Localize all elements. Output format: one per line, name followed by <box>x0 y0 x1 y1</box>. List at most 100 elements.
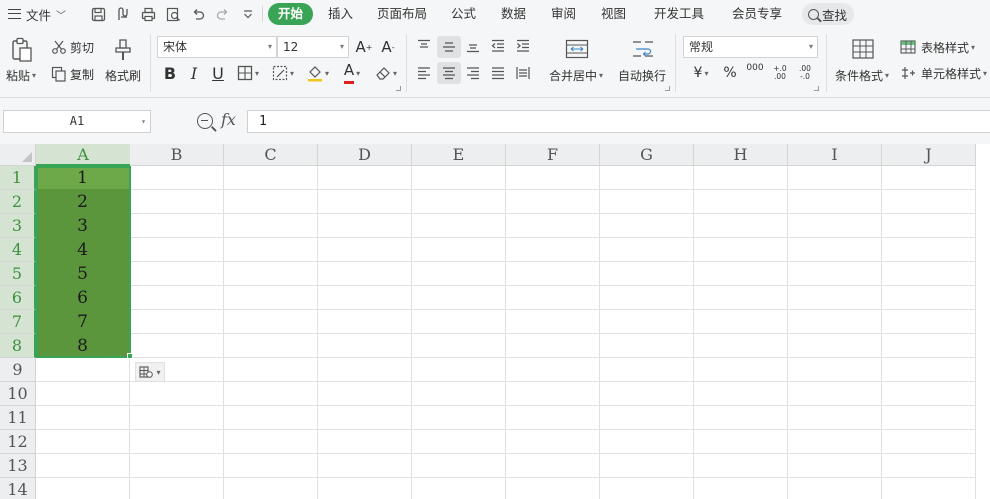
cell-h2[interactable] <box>694 190 788 214</box>
cell-e1[interactable] <box>412 166 506 190</box>
conditional-format-icon[interactable] <box>848 36 878 62</box>
cell-b4[interactable] <box>130 238 224 262</box>
cell-i9[interactable] <box>788 358 882 382</box>
cut-button[interactable]: 剪切 <box>51 38 94 56</box>
font-color-button[interactable]: A ▾ <box>337 62 367 84</box>
justify-icon[interactable] <box>488 63 508 83</box>
save-icon[interactable] <box>89 5 107 23</box>
cell-j1[interactable] <box>882 166 976 190</box>
font-dialog-launcher[interactable] <box>396 86 401 91</box>
cell-a5[interactable]: 5 <box>36 262 130 286</box>
select-all-corner[interactable] <box>0 144 36 166</box>
increase-decimal-button[interactable]: +.0 .00 <box>770 62 790 84</box>
bold-button[interactable]: B <box>160 63 180 83</box>
cell-a1[interactable]: 1 <box>36 166 130 190</box>
cell-g4[interactable] <box>600 238 694 262</box>
cell-d1[interactable] <box>318 166 412 190</box>
insert-function-icon[interactable]: fx <box>221 110 236 129</box>
print-icon[interactable] <box>139 5 157 23</box>
cell-e6[interactable] <box>412 286 506 310</box>
tab-developer[interactable]: 开发工具 <box>644 3 714 25</box>
paste-options-button[interactable]: ▾ <box>135 362 165 382</box>
align-center-icon[interactable] <box>437 62 461 84</box>
cell-j14[interactable] <box>882 478 976 499</box>
cell-a10[interactable] <box>36 382 130 406</box>
cell-i10[interactable] <box>788 382 882 406</box>
cell-b12[interactable] <box>130 430 224 454</box>
cell-e3[interactable] <box>412 214 506 238</box>
table-style-button[interactable]: 表格样式 ▾ <box>900 38 975 56</box>
tab-membership[interactable]: 会员专享 <box>722 3 792 25</box>
format-painter-icon[interactable] <box>111 36 135 64</box>
cell-d8[interactable] <box>318 334 412 358</box>
spreadsheet-grid[interactable]: A B C D E F G H I J 1 1 2 2 3 3 4 4 5 5 6 6 7 7 8 8 9 10 11 12 13 14 ▾ <box>0 144 990 499</box>
cell-f1[interactable] <box>506 166 600 190</box>
cell-f14[interactable] <box>506 478 600 499</box>
cell-h10[interactable] <box>694 382 788 406</box>
column-header-g[interactable]: G <box>600 144 694 166</box>
column-header-i[interactable]: I <box>788 144 882 166</box>
cell-f6[interactable] <box>506 286 600 310</box>
name-box[interactable]: A1 ▾ <box>3 110 151 133</box>
merge-center-button[interactable]: 合并居中 ▾ <box>549 66 603 84</box>
zoom-icon[interactable] <box>197 113 213 129</box>
cell-f5[interactable] <box>506 262 600 286</box>
row-header-12[interactable]: 12 <box>0 430 36 454</box>
cell-e4[interactable] <box>412 238 506 262</box>
cell-e12[interactable] <box>412 430 506 454</box>
cell-i8[interactable] <box>788 334 882 358</box>
cell-a8[interactable]: 8 <box>36 334 130 358</box>
decrease-font-size-icon[interactable]: A- <box>378 37 398 57</box>
cell-a14[interactable] <box>36 478 130 499</box>
decrease-indent-icon[interactable] <box>488 36 508 56</box>
tab-formulas[interactable]: 公式 <box>441 3 486 25</box>
cell-h8[interactable] <box>694 334 788 358</box>
paste-icon[interactable] <box>7 36 37 64</box>
cell-a11[interactable] <box>36 406 130 430</box>
percent-button[interactable]: % <box>721 63 739 83</box>
tab-page-layout[interactable]: 页面布局 <box>367 3 437 25</box>
cell-h3[interactable] <box>694 214 788 238</box>
cell-h7[interactable] <box>694 310 788 334</box>
increase-font-size-icon[interactable]: A + <box>354 37 374 57</box>
cell-a7[interactable]: 7 <box>36 310 130 334</box>
cell-a2[interactable]: 2 <box>36 190 130 214</box>
fill-color-button[interactable]: ▾ <box>303 63 333 83</box>
cell-g12[interactable] <box>600 430 694 454</box>
cell-b2[interactable] <box>130 190 224 214</box>
cell-d13[interactable] <box>318 454 412 478</box>
number-format-select[interactable]: 常规 ▾ <box>683 36 818 58</box>
cell-c5[interactable] <box>224 262 318 286</box>
cell-e10[interactable] <box>412 382 506 406</box>
cell-format-button[interactable]: ▾ <box>268 63 298 83</box>
tab-insert[interactable]: 插入 <box>318 3 363 25</box>
cell-e7[interactable] <box>412 310 506 334</box>
clear-button[interactable]: ▾ <box>371 63 401 83</box>
cell-e5[interactable] <box>412 262 506 286</box>
cell-j5[interactable] <box>882 262 976 286</box>
row-header-9[interactable]: 9 <box>0 358 36 382</box>
cell-b14[interactable] <box>130 478 224 499</box>
cell-j12[interactable] <box>882 430 976 454</box>
cell-a4[interactable]: 4 <box>36 238 130 262</box>
cell-b8[interactable] <box>130 334 224 358</box>
tab-data[interactable]: 数据 <box>491 3 536 25</box>
cell-g6[interactable] <box>600 286 694 310</box>
cell-c10[interactable] <box>224 382 318 406</box>
tab-home[interactable]: 开始 <box>268 3 314 25</box>
cell-g13[interactable] <box>600 454 694 478</box>
column-header-b[interactable]: B <box>130 144 224 166</box>
cell-g7[interactable] <box>600 310 694 334</box>
cell-f2[interactable] <box>506 190 600 214</box>
cell-d12[interactable] <box>318 430 412 454</box>
cell-g14[interactable] <box>600 478 694 499</box>
column-header-j[interactable]: J <box>882 144 976 166</box>
distributed-align-icon[interactable] <box>513 63 533 83</box>
cell-d2[interactable] <box>318 190 412 214</box>
column-header-d[interactable]: D <box>318 144 412 166</box>
cell-i12[interactable] <box>788 430 882 454</box>
cell-f13[interactable] <box>506 454 600 478</box>
tab-review[interactable]: 审阅 <box>541 3 586 25</box>
align-right-icon[interactable] <box>463 63 483 83</box>
cell-c2[interactable] <box>224 190 318 214</box>
